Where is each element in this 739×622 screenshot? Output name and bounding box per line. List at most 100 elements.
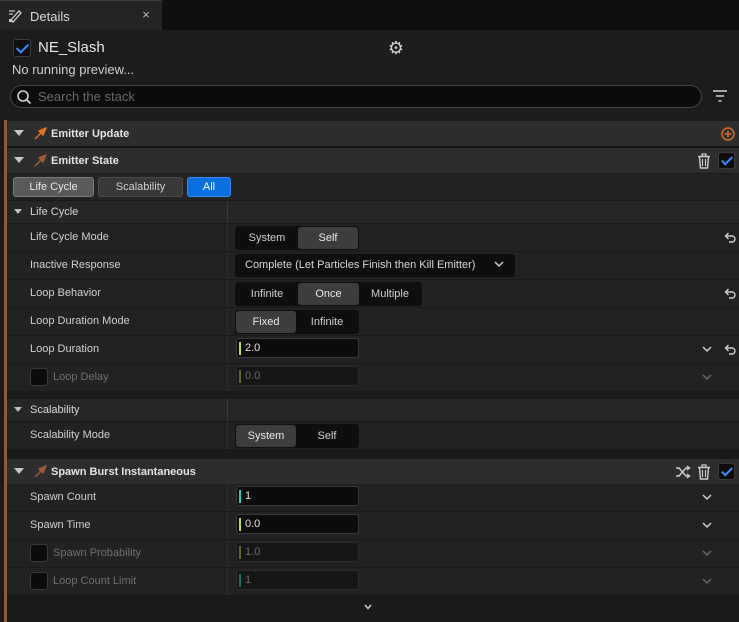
property-loop-duration-mode: Loop Duration Mode Fixed Infinite <box>7 308 739 335</box>
property-spawn-count: Spawn Count 1 <box>7 484 739 511</box>
spawn-count-field[interactable]: 1 <box>236 486 359 506</box>
option-once[interactable]: Once <box>298 283 359 305</box>
column-divider <box>227 201 228 223</box>
property-loop-duration: Loop Duration 2.0 <box>7 336 739 363</box>
emitter-enabled-checkbox[interactable] <box>13 39 31 57</box>
emitter-update-header[interactable]: Emitter Update <box>7 121 739 146</box>
emitter-state-header[interactable]: Emitter State <box>7 148 739 173</box>
property-life-cycle-mode: Life Cycle Mode System Self <box>7 224 739 251</box>
filter-all-button[interactable]: All <box>187 177 231 197</box>
details-header: NE_Slash ⚙ No running preview... <box>0 30 739 118</box>
property-label: Loop Behavior <box>30 287 101 299</box>
reset-icon[interactable] <box>723 230 737 244</box>
property-label: Loop Delay <box>53 371 109 383</box>
property-label: Loop Duration <box>30 343 100 355</box>
category-scalability[interactable]: Scalability <box>7 399 739 421</box>
module-title: Emitter Update <box>51 128 130 140</box>
chevron-down-icon[interactable] <box>701 491 713 503</box>
option-self[interactable]: Self <box>298 227 358 249</box>
option-infinite[interactable]: Infinite <box>296 311 358 333</box>
reset-icon[interactable] <box>723 342 737 356</box>
search-icon <box>17 90 32 105</box>
life-cycle-mode-selector[interactable]: System Self <box>235 226 359 250</box>
option-infinite[interactable]: Infinite <box>236 283 298 305</box>
tab-bar: Details × <box>0 0 739 30</box>
field-value: 2.0 <box>245 342 261 354</box>
module-enabled-checkbox[interactable] <box>718 152 735 169</box>
show-advanced-chevron-icon[interactable] <box>362 602 374 612</box>
close-icon[interactable]: × <box>139 7 153 22</box>
chevron-down-icon[interactable] <box>701 547 713 559</box>
property-label: Life Cycle Mode <box>30 231 109 243</box>
search-box[interactable] <box>10 85 702 108</box>
property-label: Scalability Mode <box>30 429 111 441</box>
trash-icon[interactable] <box>696 153 712 169</box>
loop-count-limit-field[interactable]: 1 <box>236 570 359 590</box>
inactive-response-dropdown[interactable]: Complete (Let Particles Finish then Kill… <box>235 254 515 277</box>
category-life-cycle[interactable]: Life Cycle <box>7 201 739 223</box>
emitter-name: NE_Slash <box>38 39 105 56</box>
filter-scalability-button[interactable]: Scalability <box>98 177 183 197</box>
property-label: Spawn Count <box>30 491 97 503</box>
value-type-indicator <box>239 342 241 355</box>
tab-details[interactable]: Details × <box>0 0 162 30</box>
value-type-indicator <box>239 574 241 587</box>
column-divider <box>227 422 228 449</box>
shuffle-icon[interactable] <box>675 464 691 480</box>
trash-icon[interactable] <box>696 464 712 480</box>
value-type-indicator <box>239 546 241 559</box>
value-type-indicator <box>239 370 241 383</box>
add-icon[interactable] <box>720 126 736 142</box>
spawn-probability-field[interactable]: 1.0 <box>236 542 359 562</box>
emitter-update-icon <box>34 127 47 140</box>
chevron-down-icon[interactable] <box>701 519 713 531</box>
filter-icon[interactable] <box>712 88 728 104</box>
chevron-down-icon[interactable] <box>701 371 713 383</box>
property-label: Spawn Probability <box>53 547 142 559</box>
gear-icon[interactable]: ⚙ <box>386 38 406 58</box>
option-system[interactable]: System <box>236 227 298 249</box>
property-loop-behavior: Loop Behavior Infinite Once Multiple <box>7 280 739 307</box>
option-multiple[interactable]: Multiple <box>359 283 421 305</box>
tab-label: Details <box>30 9 70 24</box>
column-divider <box>227 512 228 539</box>
chevron-down-icon[interactable] <box>14 209 22 214</box>
spawn-time-field[interactable]: 0.0 <box>236 514 359 534</box>
column-divider <box>227 308 228 335</box>
chevron-down-icon[interactable] <box>14 157 24 163</box>
loop-duration-mode-selector[interactable]: Fixed Infinite <box>235 310 359 334</box>
chevron-down-icon[interactable] <box>14 130 24 136</box>
loop-delay-field[interactable]: 0.0 <box>236 366 359 386</box>
loop-duration-field[interactable]: 2.0 <box>236 338 359 358</box>
column-divider <box>227 224 228 251</box>
spawn-probability-checkbox[interactable] <box>30 544 48 562</box>
search-input[interactable] <box>38 87 688 106</box>
scalability-mode-selector[interactable]: System Self <box>235 424 359 448</box>
module-title: Emitter State <box>51 155 119 167</box>
spawn-burst-header[interactable]: Spawn Burst Instantaneous <box>7 459 739 484</box>
column-divider <box>227 568 228 595</box>
property-scalability-mode: Scalability Mode System Self <box>7 422 739 449</box>
column-divider <box>227 336 228 363</box>
reset-icon[interactable] <box>723 286 737 300</box>
filter-life-cycle-button[interactable]: Life Cycle <box>13 177 94 197</box>
chevron-down-icon[interactable] <box>14 407 22 412</box>
column-divider <box>227 364 228 391</box>
option-system[interactable]: System <box>236 425 296 447</box>
loop-delay-checkbox[interactable] <box>30 368 48 386</box>
chevron-down-icon[interactable] <box>701 343 713 355</box>
loop-behavior-selector[interactable]: Infinite Once Multiple <box>235 282 422 306</box>
property-spawn-time: Spawn Time 0.0 <box>7 512 739 539</box>
column-divider <box>227 484 228 511</box>
column-divider <box>227 399 228 421</box>
chevron-down-icon[interactable] <box>14 468 24 474</box>
category-title: Life Cycle <box>30 206 79 218</box>
dropdown-value: Complete (Let Particles Finish then Kill… <box>245 259 476 271</box>
module-enabled-checkbox[interactable] <box>718 463 735 480</box>
property-label: Loop Count Limit <box>53 575 137 587</box>
option-self[interactable]: Self <box>296 425 358 447</box>
loop-count-limit-checkbox[interactable] <box>30 572 48 590</box>
chevron-down-icon[interactable] <box>701 575 713 587</box>
property-label: Loop Duration Mode <box>30 315 130 327</box>
option-fixed[interactable]: Fixed <box>236 311 296 333</box>
